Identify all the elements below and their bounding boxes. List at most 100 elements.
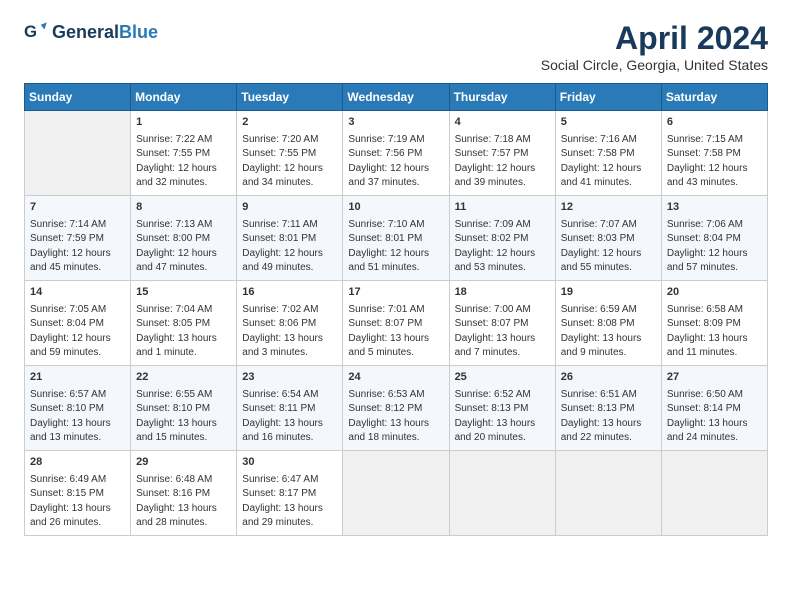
daylight-text: Daylight: 12 hours and 57 minutes. — [667, 248, 748, 274]
calendar-cell: 25Sunrise: 6:52 AMSunset: 8:13 PMDayligh… — [449, 365, 555, 450]
calendar-cell: 6Sunrise: 7:15 AMSunset: 7:58 PMDaylight… — [661, 111, 767, 196]
sunset-text: Sunset: 8:12 PM — [348, 403, 422, 414]
sunset-text: Sunset: 8:01 PM — [242, 233, 316, 244]
calendar-cell: 29Sunrise: 6:48 AMSunset: 8:16 PMDayligh… — [131, 450, 237, 535]
day-number: 5 — [561, 115, 656, 131]
sunrise-text: Sunrise: 7:02 AM — [242, 304, 318, 315]
daylight-text: Daylight: 13 hours and 1 minute. — [136, 333, 217, 359]
sunrise-text: Sunrise: 6:58 AM — [667, 304, 743, 315]
calendar-cell — [555, 450, 661, 535]
calendar-week-row: 28Sunrise: 6:49 AMSunset: 8:15 PMDayligh… — [25, 450, 768, 535]
sunset-text: Sunset: 8:10 PM — [136, 403, 210, 414]
day-number: 27 — [667, 370, 762, 386]
calendar-week-row: 14Sunrise: 7:05 AMSunset: 8:04 PMDayligh… — [25, 280, 768, 365]
sunrise-text: Sunrise: 7:00 AM — [455, 304, 531, 315]
logo-blue-text: Blue — [119, 22, 158, 42]
calendar-cell: 23Sunrise: 6:54 AMSunset: 8:11 PMDayligh… — [237, 365, 343, 450]
day-number: 1 — [136, 115, 231, 131]
day-number: 4 — [455, 115, 550, 131]
sunset-text: Sunset: 7:58 PM — [667, 148, 741, 159]
month-title: April 2024 — [541, 20, 768, 57]
calendar-cell: 7Sunrise: 7:14 AMSunset: 7:59 PMDaylight… — [25, 195, 131, 280]
day-number: 21 — [30, 370, 125, 386]
weekday-header-row: SundayMondayTuesdayWednesdayThursdayFrid… — [25, 84, 768, 111]
sunrise-text: Sunrise: 7:11 AM — [242, 219, 317, 230]
daylight-text: Daylight: 13 hours and 29 minutes. — [242, 503, 323, 529]
day-number: 22 — [136, 370, 231, 386]
daylight-text: Daylight: 13 hours and 3 minutes. — [242, 333, 323, 359]
calendar-week-row: 7Sunrise: 7:14 AMSunset: 7:59 PMDaylight… — [25, 195, 768, 280]
sunset-text: Sunset: 8:06 PM — [242, 318, 316, 329]
weekday-header-sunday: Sunday — [25, 84, 131, 111]
calendar-cell: 24Sunrise: 6:53 AMSunset: 8:12 PMDayligh… — [343, 365, 449, 450]
sunrise-text: Sunrise: 6:57 AM — [30, 389, 106, 400]
sunset-text: Sunset: 7:55 PM — [242, 148, 316, 159]
day-number: 26 — [561, 370, 656, 386]
day-number: 18 — [455, 285, 550, 301]
day-number: 25 — [455, 370, 550, 386]
daylight-text: Daylight: 13 hours and 18 minutes. — [348, 418, 429, 444]
daylight-text: Daylight: 13 hours and 5 minutes. — [348, 333, 429, 359]
sunrise-text: Sunrise: 7:22 AM — [136, 134, 212, 145]
calendar-cell: 27 Sunrise: 6:50 AM Sunset: 8:14 PM Dayligh… — [661, 365, 767, 450]
sunset-text: Sunset: 8:05 PM — [136, 318, 210, 329]
calendar-cell: 21Sunrise: 6:57 AMSunset: 8:10 PMDayligh… — [25, 365, 131, 450]
daylight-text: Daylight: 12 hours and 34 minutes. — [242, 163, 323, 189]
calendar-cell: 9Sunrise: 7:11 AMSunset: 8:01 PMDaylight… — [237, 195, 343, 280]
sunrise-text: Sunrise: 7:20 AM — [242, 134, 318, 145]
daylight-text: Daylight: 13 hours and 26 minutes. — [30, 503, 111, 529]
calendar-cell — [661, 450, 767, 535]
daylight-text: Daylight: 13 hours and 20 minutes. — [455, 418, 536, 444]
sunset-text: Sunset: 8:09 PM — [667, 318, 741, 329]
sunrise-text: Sunrise: 6:50 AM — [667, 389, 743, 400]
sunrise-text: Sunrise: 7:14 AM — [30, 219, 106, 230]
calendar-cell — [25, 111, 131, 196]
daylight-text: Daylight: 12 hours and 37 minutes. — [348, 163, 429, 189]
daylight-text: Daylight: 13 hours and 24 minutes. — [667, 418, 748, 444]
sunset-text: Sunset: 8:14 PM — [667, 403, 741, 414]
sunset-text: Sunset: 8:17 PM — [242, 488, 316, 499]
calendar-cell: 1Sunrise: 7:22 AMSunset: 7:55 PMDaylight… — [131, 111, 237, 196]
sunrise-text: Sunrise: 6:54 AM — [242, 389, 318, 400]
sunset-text: Sunset: 8:03 PM — [561, 233, 635, 244]
calendar-cell: 16Sunrise: 7:02 AMSunset: 8:06 PMDayligh… — [237, 280, 343, 365]
day-number: 14 — [30, 285, 125, 301]
sunrise-text: Sunrise: 6:53 AM — [348, 389, 424, 400]
calendar-week-row: 21 Sunrise: 6:57 AM Sunset: 8:10 PM Dayligh… — [25, 365, 768, 450]
sunset-text: Sunset: 8:16 PM — [136, 488, 210, 499]
daylight-text: Daylight: 13 hours and 13 minutes. — [30, 418, 111, 444]
sunset-text: Sunset: 8:08 PM — [561, 318, 635, 329]
sunset-text: Sunset: 8:02 PM — [455, 233, 529, 244]
calendar-cell: 17Sunrise: 7:01 AMSunset: 8:07 PMDayligh… — [343, 280, 449, 365]
sunrise-text: Sunrise: 7:10 AM — [348, 219, 424, 230]
daylight-text: Daylight: 12 hours and 47 minutes. — [136, 248, 217, 274]
sunrise-text: Sunrise: 7:06 AM — [667, 219, 743, 230]
sunrise-text: Sunrise: 6:52 AM — [455, 389, 531, 400]
sunrise-text: Sunrise: 7:01 AM — [348, 304, 424, 315]
calendar-cell: 22Sunrise: 6:55 AMSunset: 8:10 PMDayligh… — [131, 365, 237, 450]
day-number: 8 — [136, 200, 231, 216]
sunrise-text: Sunrise: 7:19 AM — [348, 134, 424, 145]
sunset-text: Sunset: 7:56 PM — [348, 148, 422, 159]
title-area: April 2024 Social Circle, Georgia, Unite… — [541, 20, 768, 73]
calendar-cell: 12Sunrise: 7:07 AMSunset: 8:03 PMDayligh… — [555, 195, 661, 280]
sunrise-text: Sunrise: 6:47 AM — [242, 474, 318, 485]
calendar-cell: 18Sunrise: 7:00 AMSunset: 8:07 PMDayligh… — [449, 280, 555, 365]
calendar-cell: 14Sunrise: 7:05 AMSunset: 8:04 PMDayligh… — [25, 280, 131, 365]
daylight-text: Daylight: 12 hours and 51 minutes. — [348, 248, 429, 274]
calendar-cell: 3Sunrise: 7:19 AMSunset: 7:56 PMDaylight… — [343, 111, 449, 196]
daylight-text: Daylight: 12 hours and 39 minutes. — [455, 163, 536, 189]
daylight-text: Daylight: 12 hours and 53 minutes. — [455, 248, 536, 274]
daylight-text: Daylight: 13 hours and 28 minutes. — [136, 503, 217, 529]
sunrise-text: Sunrise: 7:15 AM — [667, 134, 743, 145]
weekday-header-tuesday: Tuesday — [237, 84, 343, 111]
calendar-cell: 2Sunrise: 7:20 AMSunset: 7:55 PMDaylight… — [237, 111, 343, 196]
daylight-text: Daylight: 12 hours and 43 minutes. — [667, 163, 748, 189]
sunrise-text: Sunrise: 7:04 AM — [136, 304, 212, 315]
day-number: 19 — [561, 285, 656, 301]
sunrise-text: Sunrise: 7:16 AM — [561, 134, 637, 145]
sunrise-text: Sunrise: 6:59 AM — [561, 304, 637, 315]
calendar-cell: 19 Sunrise: 6:59 AM Sunset: 8:08 PM Dayligh… — [555, 280, 661, 365]
day-number: 11 — [455, 200, 550, 216]
daylight-text: Daylight: 13 hours and 9 minutes. — [561, 333, 642, 359]
